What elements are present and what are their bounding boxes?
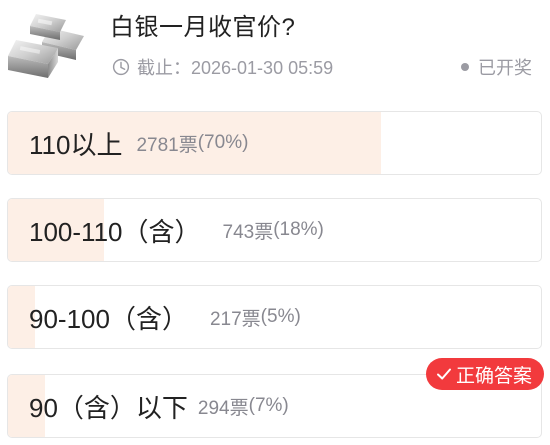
deadline-text: 截止：2026-01-30 05:59	[137, 58, 334, 78]
silver-bars-image	[8, 14, 84, 78]
correct-answer-label: 正确答案	[455, 365, 532, 387]
check-icon	[436, 368, 451, 380]
option-label: 110以上	[29, 129, 123, 160]
status-text: 已开奖	[478, 58, 532, 78]
poll-option[interactable]: 90-100（含） 217票 (5%)	[7, 285, 542, 349]
poll-card: 白银一月收官价? 截止：2026-01-30 05:59 已开奖 110以上 2…	[0, 0, 550, 445]
option-votes: 217票	[209, 308, 261, 330]
option-percent: (70%)	[197, 132, 249, 153]
option-percent: (18%)	[273, 219, 324, 240]
option-votes: 743票	[222, 221, 274, 243]
correct-answer-badge: 正确答案	[425, 358, 544, 390]
poll-option[interactable]: 110以上 2781票 (70%)	[7, 111, 542, 175]
option-percent: (7%)	[248, 395, 289, 416]
poll-title: 白银一月收官价?	[110, 14, 296, 41]
option-label: 90-100（含）	[29, 303, 188, 334]
option-votes: 2781票	[136, 134, 198, 156]
option-label: 100-110（含）	[29, 216, 201, 247]
status-dot	[461, 63, 469, 71]
option-votes: 294票	[197, 397, 249, 419]
option-label: 90（含）以下	[29, 392, 188, 423]
deadline-row: 截止：2026-01-30 05:59	[112, 54, 333, 80]
clock-icon	[112, 58, 130, 76]
option-percent: (5%)	[260, 306, 301, 327]
status-indicator: 已开奖	[461, 54, 532, 80]
poll-option[interactable]: 100-110（含） 743票 (18%)	[7, 198, 542, 262]
